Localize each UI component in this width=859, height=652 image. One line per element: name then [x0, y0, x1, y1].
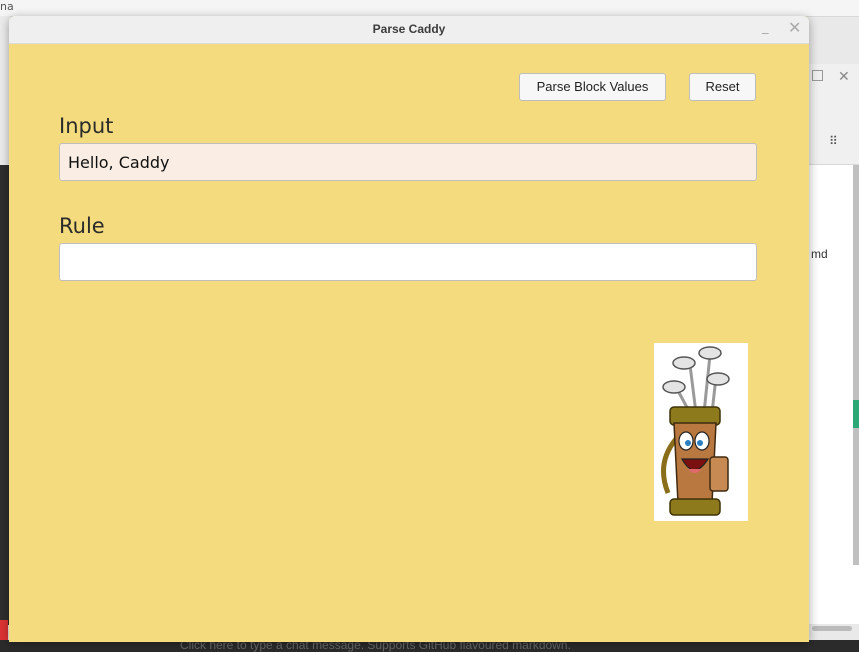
- rule-label: Rule: [59, 214, 105, 238]
- golf-bag-mascot-icon: [654, 343, 748, 521]
- background-left-badge: [0, 620, 8, 640]
- close-icon[interactable]: ✕: [788, 18, 801, 37]
- input-field[interactable]: Hello, Caddy: [59, 143, 757, 181]
- background-scrollbar[interactable]: [812, 626, 852, 631]
- window-titlebar[interactable]: Parse Caddy _ ✕: [9, 16, 809, 44]
- reset-button[interactable]: Reset: [689, 73, 756, 101]
- minimize-icon[interactable]: _: [762, 20, 769, 35]
- background-status-strip: [853, 400, 859, 428]
- parse-block-values-button[interactable]: Parse Block Values: [519, 73, 666, 101]
- rule-field[interactable]: [59, 243, 757, 281]
- background-file-label: md: [811, 247, 828, 261]
- background-scroll-track: [853, 165, 859, 565]
- maximize-icon[interactable]: [812, 70, 823, 81]
- background-top-text: na: [0, 0, 14, 13]
- parse-caddy-window: Parse Caddy _ ✕ Parse Block Values Reset…: [9, 16, 809, 642]
- input-label: Input: [59, 114, 114, 138]
- close-icon[interactable]: ✕: [838, 69, 850, 85]
- background-topbar: [0, 0, 859, 17]
- window-title: Parse Caddy: [372, 22, 446, 36]
- grid-icon[interactable]: ⠿: [829, 134, 838, 148]
